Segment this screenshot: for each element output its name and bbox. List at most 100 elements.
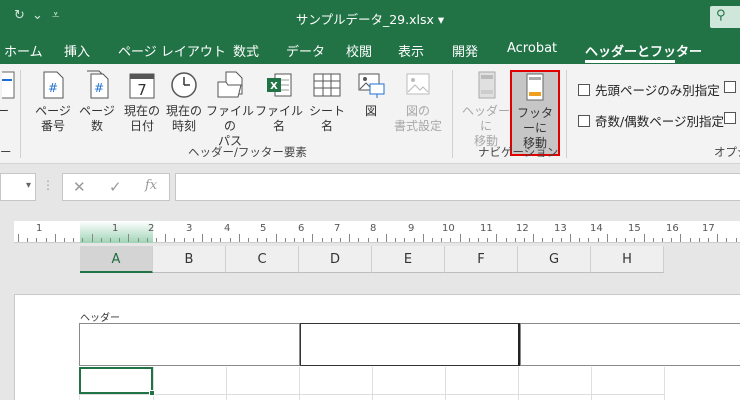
ruler-tick bbox=[230, 238, 231, 242]
name-box[interactable]: ▾ bbox=[0, 173, 36, 201]
ruler-tick bbox=[285, 238, 286, 242]
resize-handle-icon[interactable]: ⋮ bbox=[42, 178, 54, 192]
group-separator bbox=[20, 70, 21, 158]
page-count-button[interactable]: # ページ数 bbox=[74, 70, 120, 156]
tab-home[interactable]: ホーム bbox=[4, 41, 43, 60]
different-first-page-checkbox[interactable]: 先頭ページのみ別指定 bbox=[578, 80, 720, 99]
tab-formulas[interactable]: 数式 bbox=[233, 41, 259, 60]
formula-buttons: ✕ ✓ fx bbox=[62, 173, 170, 201]
checkbox-box[interactable] bbox=[578, 115, 590, 127]
page-count-icon: # bbox=[82, 70, 112, 100]
ruler-tick bbox=[156, 238, 157, 242]
ruler-tick bbox=[552, 238, 553, 242]
group-label-options: オプシ bbox=[714, 145, 740, 159]
different-odd-even-checkbox[interactable]: 奇数/偶数ページ別指定 bbox=[578, 111, 724, 130]
ruler-tick bbox=[579, 238, 580, 242]
header-center-section[interactable] bbox=[300, 323, 520, 366]
ruler-tick bbox=[653, 238, 654, 242]
clock-icon bbox=[169, 70, 199, 100]
selected-cell-a1[interactable] bbox=[79, 367, 155, 396]
ruler-tick bbox=[294, 238, 295, 242]
ruler-tick bbox=[248, 238, 249, 242]
formula-bar: ▾ ⋮ ✕ ✓ fx bbox=[0, 164, 740, 212]
window-title[interactable]: サンプルデータ_29.xlsx ▾ bbox=[0, 9, 740, 28]
ruler-tick bbox=[506, 238, 507, 242]
align-with-margins-checkbox[interactable] bbox=[724, 111, 740, 126]
ruler-number: 6 bbox=[298, 223, 305, 234]
tab-acrobat[interactable]: Acrobat bbox=[507, 41, 557, 56]
formula-input[interactable] bbox=[175, 173, 740, 201]
tab-review[interactable]: 校閲 bbox=[346, 41, 372, 60]
ruler-tick bbox=[726, 238, 727, 242]
checkbox-label: 先頭ページのみ別指定 bbox=[595, 83, 720, 98]
ruler-tick bbox=[138, 238, 139, 242]
name-box-dropdown-icon[interactable]: ▾ bbox=[26, 180, 31, 191]
column-header-b[interactable]: B bbox=[153, 246, 226, 273]
ruler-number: 17 bbox=[702, 223, 715, 234]
svg-text:X: X bbox=[270, 81, 278, 92]
group-label-elements: ヘッダー/フッター要素 bbox=[188, 145, 307, 159]
ruler-tick bbox=[699, 238, 700, 242]
ruler-tick bbox=[82, 238, 83, 242]
header-label: ヘッダー bbox=[80, 313, 120, 324]
group-separator bbox=[452, 70, 453, 158]
column-header-g[interactable]: G bbox=[518, 246, 591, 273]
grid-line bbox=[664, 367, 665, 400]
tab-insert[interactable]: 挿入 bbox=[64, 41, 90, 60]
ruler-number: 15 bbox=[628, 223, 641, 234]
grid-line bbox=[79, 394, 664, 395]
search-button[interactable]: ⚲ bbox=[710, 6, 740, 28]
ruler-tick bbox=[18, 234, 19, 242]
ruler-number: 5 bbox=[260, 223, 267, 234]
tab-page-layout[interactable]: ページ レイアウト bbox=[118, 41, 226, 60]
ruler-tick bbox=[110, 238, 111, 242]
ruler-tick bbox=[312, 234, 313, 242]
ruler-tick bbox=[211, 238, 212, 242]
tab-data[interactable]: データ bbox=[286, 41, 325, 60]
cancel-icon[interactable]: ✕ bbox=[73, 178, 86, 196]
page-number-icon: # bbox=[38, 70, 68, 100]
column-header-f[interactable]: F bbox=[445, 246, 518, 273]
checkbox-box[interactable] bbox=[724, 112, 736, 124]
ruler-tick bbox=[423, 234, 424, 242]
ruler-tick bbox=[588, 238, 589, 242]
grid-line bbox=[372, 367, 373, 400]
ruler-number: 8 bbox=[370, 223, 377, 234]
ruler-tick bbox=[616, 238, 617, 242]
ruler-number: 4 bbox=[224, 223, 231, 234]
insert-function-icon[interactable]: fx bbox=[145, 178, 157, 193]
group-label-navigation: ナビゲーション bbox=[478, 145, 559, 159]
scale-with-document-checkbox[interactable] bbox=[724, 80, 740, 95]
svg-text:#: # bbox=[48, 81, 58, 95]
format-picture-button[interactable]: 図の 書式設定 bbox=[392, 70, 444, 156]
tab-view[interactable]: 表示 bbox=[398, 41, 424, 60]
current-date-button[interactable]: 7 現在の 日付 bbox=[122, 70, 162, 156]
ruler-tick bbox=[358, 238, 359, 242]
column-header-h[interactable]: H bbox=[591, 246, 664, 273]
ruler-tick bbox=[414, 238, 415, 242]
column-header-e[interactable]: E bbox=[372, 246, 445, 273]
checkbox-box[interactable] bbox=[578, 84, 590, 96]
title-bar: ↻ ⌄ ⩡ サンプルデータ_29.xlsx ▾ ⚲ bbox=[0, 0, 740, 34]
ribbon: ー ー # ページ 番号 # ページ数 7 現在の 日付 現在の 時刻 ファイル… bbox=[0, 64, 740, 164]
checkbox-box[interactable] bbox=[724, 81, 736, 93]
tab-developer[interactable]: 開発 bbox=[452, 41, 478, 60]
ribbon-tabs: ホーム 挿入 ページ レイアウト 数式 データ 校閲 表示 開発 Acrobat… bbox=[0, 34, 740, 64]
ruler-tick bbox=[542, 238, 543, 242]
ruler-tick bbox=[533, 234, 534, 242]
ruler-number: 14 bbox=[590, 223, 603, 234]
active-tab-indicator bbox=[585, 60, 675, 63]
enter-icon[interactable]: ✓ bbox=[109, 178, 122, 196]
sheet-name-button[interactable]: シート名 bbox=[305, 70, 349, 156]
column-header-a[interactable]: A bbox=[80, 246, 153, 273]
ruler-tick bbox=[450, 238, 451, 242]
header-left-section[interactable] bbox=[79, 323, 300, 366]
folder-icon bbox=[215, 70, 245, 100]
picture-button[interactable]: 図 bbox=[352, 70, 390, 156]
header-right-section[interactable] bbox=[520, 323, 740, 366]
page-number-button[interactable]: # ページ 番号 bbox=[33, 70, 73, 156]
fill-handle[interactable] bbox=[149, 390, 155, 396]
column-header-c[interactable]: C bbox=[226, 246, 299, 273]
tab-header-footer[interactable]: ヘッダーとフッター bbox=[585, 41, 702, 60]
column-header-d[interactable]: D bbox=[299, 246, 372, 273]
